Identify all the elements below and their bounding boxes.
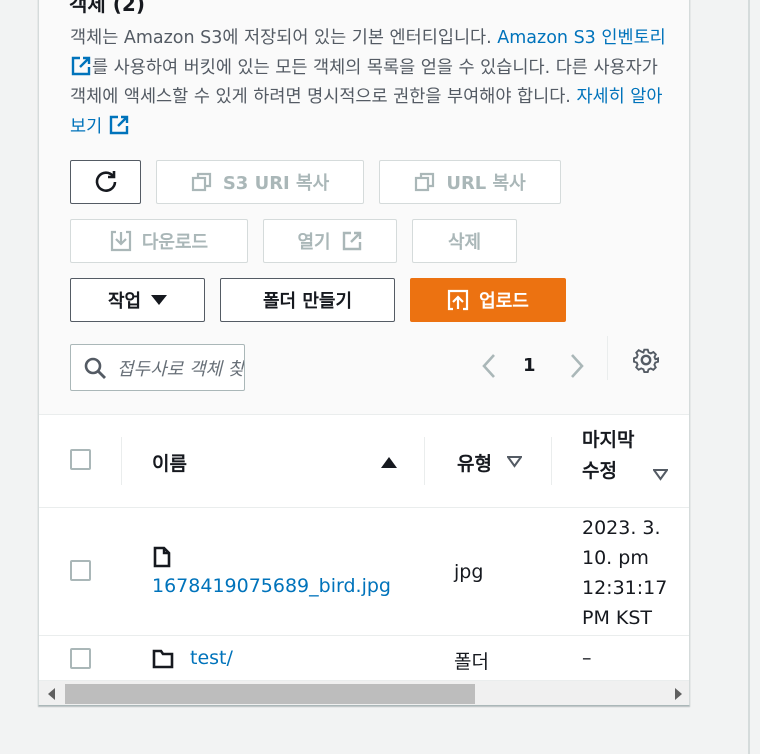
object-type: 폴더 bbox=[454, 651, 489, 673]
download-button[interactable]: 다운로드 bbox=[70, 219, 248, 263]
refresh-button[interactable] bbox=[70, 160, 141, 204]
section-title: 객체 (2) bbox=[69, 0, 145, 16]
page-border bbox=[748, 0, 750, 754]
search-placeholder: 접두사로 객체 찾기 bbox=[117, 358, 245, 380]
previous-page-icon[interactable] bbox=[479, 348, 499, 384]
description-text: 객체는 Amazon S3에 저장되어 있는 기본 엔터티입니다. bbox=[70, 28, 498, 48]
search-icon bbox=[84, 357, 106, 379]
column-header-last-modified[interactable]: 마지막 수정 bbox=[582, 415, 642, 487]
column-header-name[interactable]: 이름 bbox=[152, 449, 187, 476]
upload-button[interactable]: 업로드 bbox=[410, 278, 566, 322]
copy-s3-uri-button[interactable]: S3 URI 복사 bbox=[156, 160, 364, 204]
search-input[interactable]: 접두사로 객체 찾기 bbox=[70, 344, 245, 391]
objects-panel: 객체 (2) 객체는 Amazon S3에 저장되어 있는 기본 엔터티입니다.… bbox=[38, 0, 690, 706]
select-all-checkbox[interactable] bbox=[70, 449, 91, 470]
scrollbar-thumb[interactable] bbox=[65, 684, 475, 704]
open-label: 열기 bbox=[297, 232, 331, 253]
table-row[interactable]: test/ 폴더 – bbox=[39, 636, 689, 686]
create-folder-button[interactable]: 폴더 만들기 bbox=[220, 278, 395, 322]
object-type: jpg bbox=[454, 561, 484, 583]
section-description: 객체는 Amazon S3에 저장되어 있는 기본 엔터티입니다. Amazon… bbox=[70, 24, 670, 142]
delete-button[interactable]: 삭제 bbox=[412, 219, 517, 263]
object-name-link[interactable]: 1678419075689_bird.jpg bbox=[152, 575, 391, 597]
current-page-number[interactable]: 1 bbox=[523, 348, 536, 384]
delete-label: 삭제 bbox=[447, 232, 482, 253]
external-link-icon bbox=[71, 56, 91, 75]
folder-icon bbox=[152, 649, 174, 669]
actions-label: 작업 bbox=[107, 291, 142, 312]
folder-name-link[interactable]: test/ bbox=[190, 647, 233, 669]
column-header-type[interactable]: 유형 bbox=[457, 449, 492, 476]
objects-table: 이름 유형 마지막 수정 1678419075689_bird.jpg jpg … bbox=[39, 414, 689, 686]
gear-icon[interactable] bbox=[632, 346, 660, 374]
open-button[interactable]: 열기 bbox=[263, 219, 397, 263]
object-last-modified: 2023. 3. 10. pm 12:31:17 PM KST bbox=[582, 517, 668, 629]
pagination-divider bbox=[607, 336, 608, 380]
row-checkbox[interactable] bbox=[70, 560, 91, 581]
refresh-icon bbox=[95, 171, 116, 192]
inventory-link-label: Amazon S3 인벤토리 bbox=[497, 28, 666, 48]
scroll-right-icon[interactable] bbox=[675, 688, 682, 700]
next-page-icon[interactable] bbox=[567, 348, 587, 384]
copy-icon bbox=[415, 172, 435, 192]
copy-s3-uri-label: S3 URI 복사 bbox=[222, 173, 330, 194]
download-label: 다운로드 bbox=[141, 232, 209, 253]
caret-down-icon bbox=[151, 295, 168, 305]
object-last-modified: – bbox=[582, 647, 592, 669]
scroll-left-icon[interactable] bbox=[48, 688, 55, 700]
external-link-icon bbox=[109, 115, 128, 134]
sort-ascending-icon[interactable] bbox=[381, 456, 397, 469]
file-icon bbox=[153, 546, 171, 568]
create-folder-label: 폴더 만들기 bbox=[262, 291, 353, 312]
sort-icon[interactable] bbox=[653, 469, 668, 481]
column-divider bbox=[551, 437, 552, 485]
upload-icon bbox=[448, 289, 469, 311]
copy-url-button[interactable]: URL 복사 bbox=[379, 160, 561, 204]
description-text-2: 를 사용하여 버킷에 있는 모든 객체의 목록을 얻을 수 있습니다. 다른 사… bbox=[70, 57, 658, 108]
column-divider bbox=[121, 437, 122, 485]
upload-label: 업로드 bbox=[479, 291, 529, 312]
download-icon bbox=[110, 230, 131, 252]
horizontal-scrollbar[interactable] bbox=[39, 680, 689, 705]
row-checkbox[interactable] bbox=[70, 648, 91, 669]
sort-icon[interactable] bbox=[507, 456, 522, 468]
copy-url-label: URL 복사 bbox=[446, 173, 526, 194]
external-link-icon bbox=[342, 231, 361, 251]
table-row[interactable]: 1678419075689_bird.jpg jpg 2023. 3. 10. … bbox=[39, 508, 689, 636]
actions-dropdown[interactable]: 작업 bbox=[70, 278, 205, 322]
column-divider bbox=[424, 437, 425, 485]
copy-icon bbox=[191, 172, 211, 192]
table-header: 이름 유형 마지막 수정 bbox=[39, 415, 689, 508]
